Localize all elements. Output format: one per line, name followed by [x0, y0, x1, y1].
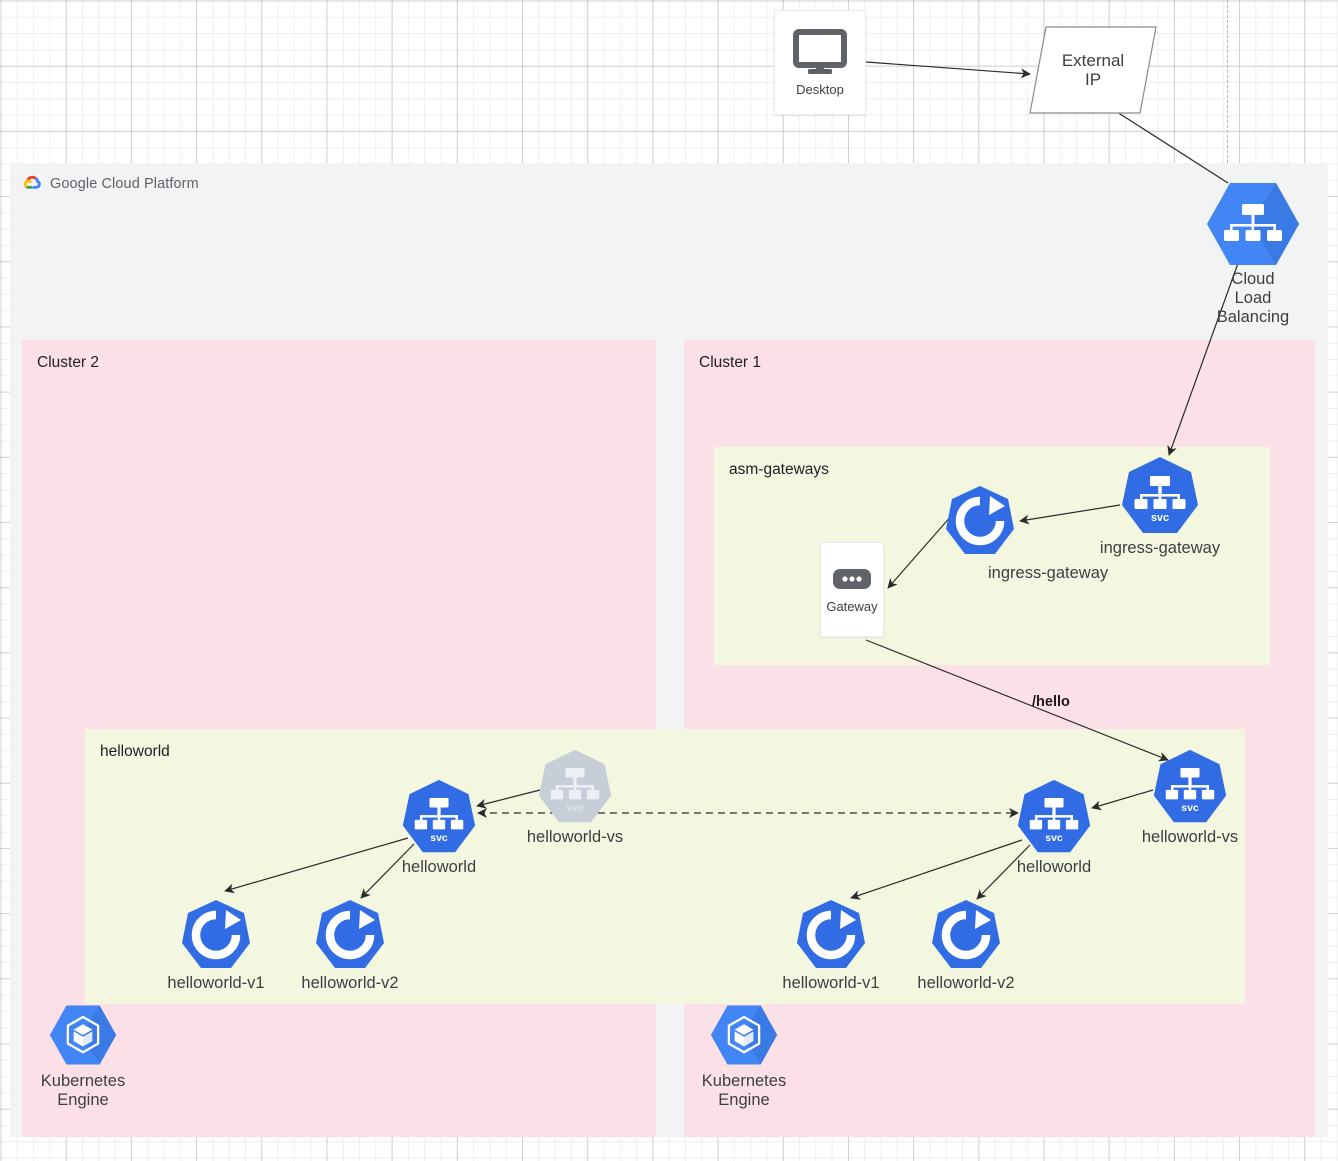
k8s-deployment-icon: [946, 486, 1014, 554]
cloud-load-balancing-label: Cloud Load Balancing: [1216, 270, 1290, 326]
svc-badge-text: svc: [1181, 803, 1199, 814]
c1-helloworld-v1-label: helloworld-v1: [782, 974, 880, 992]
svc-badge-text: svc: [1151, 512, 1169, 524]
c2-helloworld-vs-label: helloworld-vs: [526, 828, 624, 846]
svc-badge-text: svc: [1045, 833, 1063, 844]
k8s-deployment-icon: [797, 900, 865, 968]
k8s-deployment-icon: [182, 900, 250, 968]
desktop-node[interactable]: Desktop: [774, 10, 866, 115]
c1-kubernetes-engine-node[interactable]: Kubernetes Engine: [692, 1000, 796, 1110]
c1-helloworld-service-label: helloworld: [1016, 858, 1092, 876]
diagram-canvas: Google Cloud Platform Cluster 2 Cluster …: [0, 0, 1338, 1161]
c2-kubernetes-engine-node[interactable]: Kubernetes Engine: [31, 1000, 135, 1110]
namespace-asm-gateways-label: asm-gateways: [729, 461, 829, 478]
c1-ingress-gateway-service-node[interactable]: svc ingress-gateway: [1085, 455, 1235, 558]
cloud-load-balancing-icon: [1207, 183, 1299, 265]
namespace-helloworld-label: helloworld: [100, 743, 170, 760]
desktop-monitor-icon: [793, 29, 847, 74]
google-cloud-logo-icon: [23, 175, 41, 189]
external-ip-label: External IP: [1061, 50, 1125, 89]
k8s-service-icon: svc: [1122, 457, 1198, 533]
gcp-logo: Google Cloud Platform: [22, 173, 199, 194]
c1-helloworld-service-node[interactable]: svc helloworld: [1015, 778, 1093, 877]
c1-kubernetes-engine-label: Kubernetes Engine: [701, 1072, 787, 1109]
cluster-2-label: Cluster 2: [37, 354, 100, 371]
edge-desktop-to-external-ip: [865, 61, 1031, 79]
c1-ingress-gateway-service-label: ingress-gateway: [1099, 539, 1221, 557]
c1-helloworld-v2-label: helloworld-v2: [917, 974, 1015, 992]
page-break-line: [1227, 0, 1228, 163]
c2-helloworld-vs-node[interactable]: svc helloworld-vs: [515, 748, 635, 847]
k8s-service-icon: svc: [1017, 779, 1091, 853]
edge-label-hello-path: /hello: [1032, 694, 1070, 710]
kubernetes-engine-icon: [49, 1005, 117, 1065]
k8s-deployment-icon: [932, 900, 1000, 968]
c1-ingress-gateway-deployment-label: ingress-gateway: [988, 564, 1109, 582]
c2-kubernetes-engine-label: Kubernetes Engine: [40, 1072, 126, 1109]
c2-helloworld-v2-label: helloworld-v2: [301, 974, 399, 992]
k8s-service-icon: svc: [402, 779, 476, 853]
c1-helloworld-vs-label: helloworld-vs: [1141, 828, 1239, 846]
cluster-1-label: Cluster 1: [699, 354, 762, 371]
c1-gateway-node[interactable]: Gateway: [820, 542, 884, 637]
c1-gateway-label: Gateway: [826, 599, 878, 614]
k8s-service-icon: svc: [1153, 749, 1227, 823]
c2-helloworld-service-label: helloworld: [401, 858, 477, 876]
c2-helloworld-v1-label: helloworld-v1: [167, 974, 265, 992]
kubernetes-engine-icon: [710, 1005, 778, 1065]
c2-helloworld-service-node[interactable]: svc helloworld: [400, 778, 478, 877]
cloud-load-balancing-node[interactable]: Cloud Load Balancing: [1188, 180, 1318, 326]
c2-helloworld-v1-node[interactable]: helloworld-v1: [155, 898, 277, 993]
c2-helloworld-v2-node[interactable]: helloworld-v2: [289, 898, 411, 993]
svc-badge-text: svc: [430, 833, 448, 844]
c1-helloworld-v2-node[interactable]: helloworld-v2: [905, 898, 1027, 993]
c1-ingress-gateway-deployment-node[interactable]: ingress-gateway: [905, 484, 1108, 582]
gateway-icon: [833, 569, 871, 589]
svc-badge-text: svc: [566, 803, 584, 814]
k8s-service-icon: svc: [538, 749, 612, 823]
desktop-label: Desktop: [796, 82, 844, 97]
c1-helloworld-v1-node[interactable]: helloworld-v1: [770, 898, 892, 993]
c1-helloworld-vs-node[interactable]: svc helloworld-vs: [1130, 748, 1250, 847]
external-ip-node[interactable]: External IP: [1028, 25, 1158, 115]
gcp-logo-text: Google Cloud Platform: [50, 175, 199, 192]
k8s-deployment-icon: [316, 900, 384, 968]
